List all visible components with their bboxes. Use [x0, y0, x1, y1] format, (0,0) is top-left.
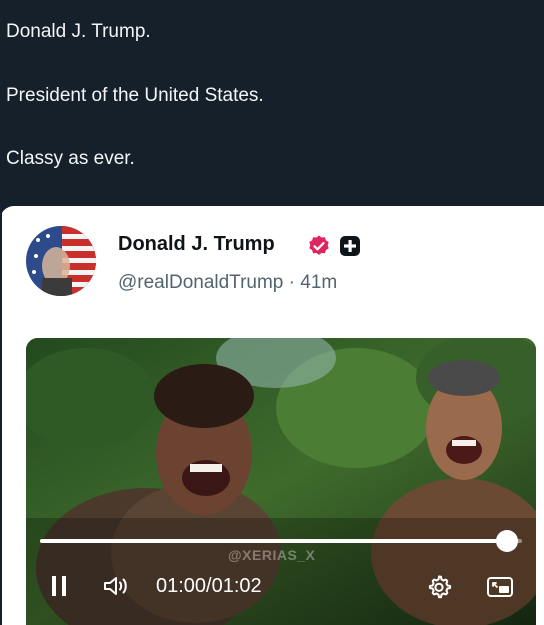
author-name[interactable]: Donald J. Trump [118, 233, 275, 256]
picture-in-picture-icon[interactable] [486, 575, 514, 599]
video-progress-bar[interactable] [40, 530, 522, 552]
plus-badge-icon [340, 236, 360, 256]
card-divider [0, 206, 2, 625]
tweet-line-1: Donald J. Trump. [6, 21, 151, 42]
video-time: 01:00/01:02 [156, 575, 262, 597]
video-progress-fill [40, 539, 507, 543]
tweet-line-3: Classy as ever. [6, 148, 135, 169]
volume-icon[interactable] [102, 574, 130, 598]
settings-icon[interactable] [426, 574, 452, 600]
verified-icon [309, 235, 329, 255]
pause-button[interactable] [52, 576, 68, 596]
video-watermark: @XERIAS_X [228, 547, 316, 563]
author-avatar[interactable] [26, 226, 96, 296]
video-scrubber-handle[interactable] [495, 530, 518, 552]
video-player[interactable]: @XERIAS_X 01:00/01:02 [26, 338, 536, 625]
tweet-line-2: President of the United States. [6, 85, 264, 106]
pause-icon [52, 576, 56, 596]
author-handle-timestamp[interactable]: @realDonaldTrump · 41m [118, 272, 337, 294]
